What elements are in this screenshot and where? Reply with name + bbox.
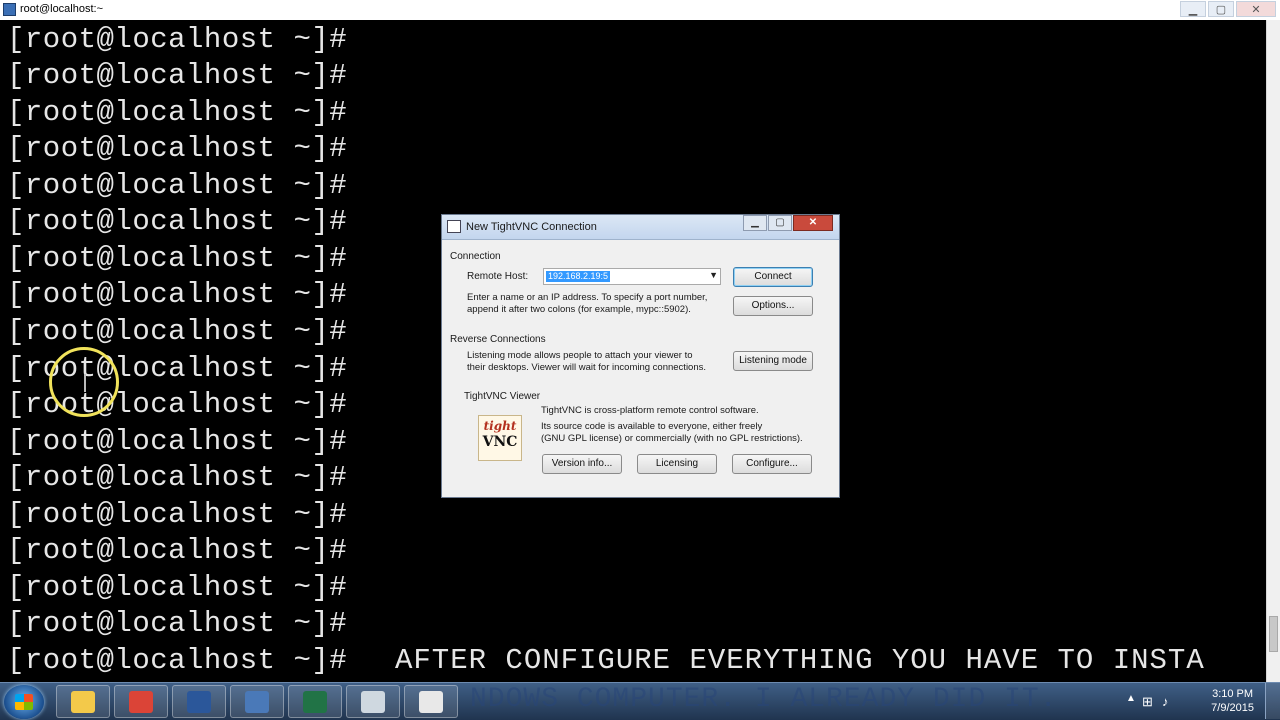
terminal-line: [root@localhost ~]# (7, 278, 348, 311)
caption-text: AFTER CONFIGURE EVERYTHING YOU HAVE TO I… (395, 644, 1205, 677)
terminal-line: [root@localhost ~]# (7, 169, 348, 202)
window-controls: ▁ ▢ ✕ (1180, 1, 1276, 17)
terminal-line: [root@localhost ~]# (7, 59, 348, 92)
taskbar-explorer[interactable] (56, 685, 110, 718)
terminal-line: [root@localhost ~]# (7, 205, 348, 238)
dialog-titlebar: New TightVNC Connection ▁ ▢ ✕ (442, 215, 839, 240)
taskbar-snipping-tool[interactable] (346, 685, 400, 718)
terminal-line: [root@localhost ~]# (7, 388, 348, 421)
reverse-text-line2: their desktops. Viewer will wait for inc… (467, 362, 707, 373)
terminal-line: [root@localhost ~]# (7, 132, 348, 165)
version-info-button[interactable]: Version info... (542, 454, 622, 474)
vnc-window-icon (447, 220, 461, 233)
terminal-line: [root@localhost ~]# (7, 461, 348, 494)
vnc-icon (419, 691, 443, 713)
clock[interactable]: 3:10 PM 7/9/2015 (1211, 687, 1254, 715)
connection-section-title: Connection (450, 251, 501, 262)
putty-icon (245, 691, 269, 713)
scissors-icon (361, 691, 385, 713)
reverse-text-line1: Listening mode allows people to attach y… (467, 350, 693, 361)
logo-top-text: tight (483, 419, 517, 433)
volume-icon[interactable]: ♪ (1162, 694, 1169, 709)
dialog-title: New TightVNC Connection (466, 221, 597, 233)
terminal-line: [root@localhost ~]# (7, 23, 348, 56)
show-desktop-button[interactable] (1265, 683, 1280, 719)
terminal-line: [root@localhost ~]# (7, 315, 348, 348)
excel-icon (303, 691, 327, 713)
terminal-line: [root@localhost ~]# (7, 96, 348, 129)
terminal-line: [root@localhost ~]# (7, 498, 348, 531)
tightvnc-dialog: New TightVNC Connection ▁ ▢ ✕ Connection… (441, 214, 840, 498)
start-button[interactable] (4, 685, 44, 719)
terminal-line: [root@localhost ~]# (7, 425, 348, 458)
word-icon (187, 691, 211, 713)
clock-time: 3:10 PM (1212, 688, 1254, 700)
logo-bottom-text: VNC (482, 434, 518, 450)
remote-host-label: Remote Host: (467, 271, 529, 282)
viewer-section-title: TightVNC Viewer (464, 391, 541, 402)
licensing-button[interactable]: Licensing (637, 454, 717, 474)
connection-hint-line2: append it after two colons (for example,… (467, 304, 691, 315)
chrome-icon (129, 691, 153, 713)
putty-icon (3, 3, 16, 16)
terminal-line: [root@localhost ~]# (7, 242, 348, 275)
caption-continuation: NDOWS COMPUTER. I ALREADY DID IT. (470, 684, 1058, 715)
windows-logo-icon (15, 694, 33, 710)
terminal-line: [root@localhost ~]# (7, 644, 348, 677)
window-titlebar: root@localhost:~ ▁ ▢ ✕ (0, 0, 1280, 21)
terminal-scrollbar[interactable] (1266, 20, 1280, 682)
taskbar-excel[interactable] (288, 685, 342, 718)
terminal-line: [root@localhost ~]# (7, 534, 348, 567)
taskbar-word[interactable] (172, 685, 226, 718)
system-tray: ▲ ⊞ ♪ 3:10 PM 7/9/2015 (1120, 683, 1280, 719)
taskbar-tightvnc[interactable] (404, 685, 458, 718)
viewer-text-line2: Its source code is available to everyone… (541, 421, 763, 432)
close-button[interactable]: ✕ (1236, 1, 1276, 17)
window-title: root@localhost:~ (20, 3, 104, 15)
connection-hint-line1: Enter a name or an IP address. To specif… (467, 292, 708, 303)
maximize-button[interactable]: ▢ (1208, 1, 1234, 17)
chevron-down-icon[interactable]: ▼ (709, 270, 718, 280)
terminal-line: [root@localhost ~]# (7, 607, 348, 640)
terminal-line: [root@localhost ~]# (7, 352, 348, 385)
viewer-text-line3: (GNU GPL license) or commercially (with … (541, 433, 803, 444)
minimize-button[interactable]: ▁ (1180, 1, 1206, 17)
taskbar-chrome[interactable] (114, 685, 168, 718)
configure-button[interactable]: Configure... (732, 454, 812, 474)
tray-expand-icon[interactable]: ▲ (1126, 693, 1136, 704)
viewer-text-line1: TightVNC is cross-platform remote contro… (541, 405, 759, 416)
options-button[interactable]: Options... (733, 296, 813, 316)
listening-mode-button[interactable]: Listening mode (733, 351, 813, 371)
ibeam-cursor-icon (84, 374, 86, 392)
folder-icon (71, 691, 95, 713)
scrollbar-thumb[interactable] (1269, 616, 1278, 652)
remote-host-combo[interactable]: 192.168.2.19:5 ▼ (543, 268, 721, 285)
taskbar-putty[interactable] (230, 685, 284, 718)
clock-date: 7/9/2015 (1211, 702, 1254, 714)
terminal-line: [root@localhost ~]# (7, 571, 348, 604)
dialog-controls: ▁ ▢ ✕ (743, 215, 833, 231)
remote-host-input[interactable]: 192.168.2.19:5 (546, 271, 611, 282)
tightvnc-logo: tight VNC (478, 415, 522, 461)
reverse-section-title: Reverse Connections (450, 334, 546, 345)
dialog-close-button[interactable]: ✕ (793, 215, 833, 231)
connect-button[interactable]: Connect (733, 267, 813, 287)
dialog-maximize-button[interactable]: ▢ (768, 215, 792, 231)
network-icon[interactable]: ⊞ (1142, 694, 1153, 710)
dialog-minimize-button[interactable]: ▁ (743, 215, 767, 231)
